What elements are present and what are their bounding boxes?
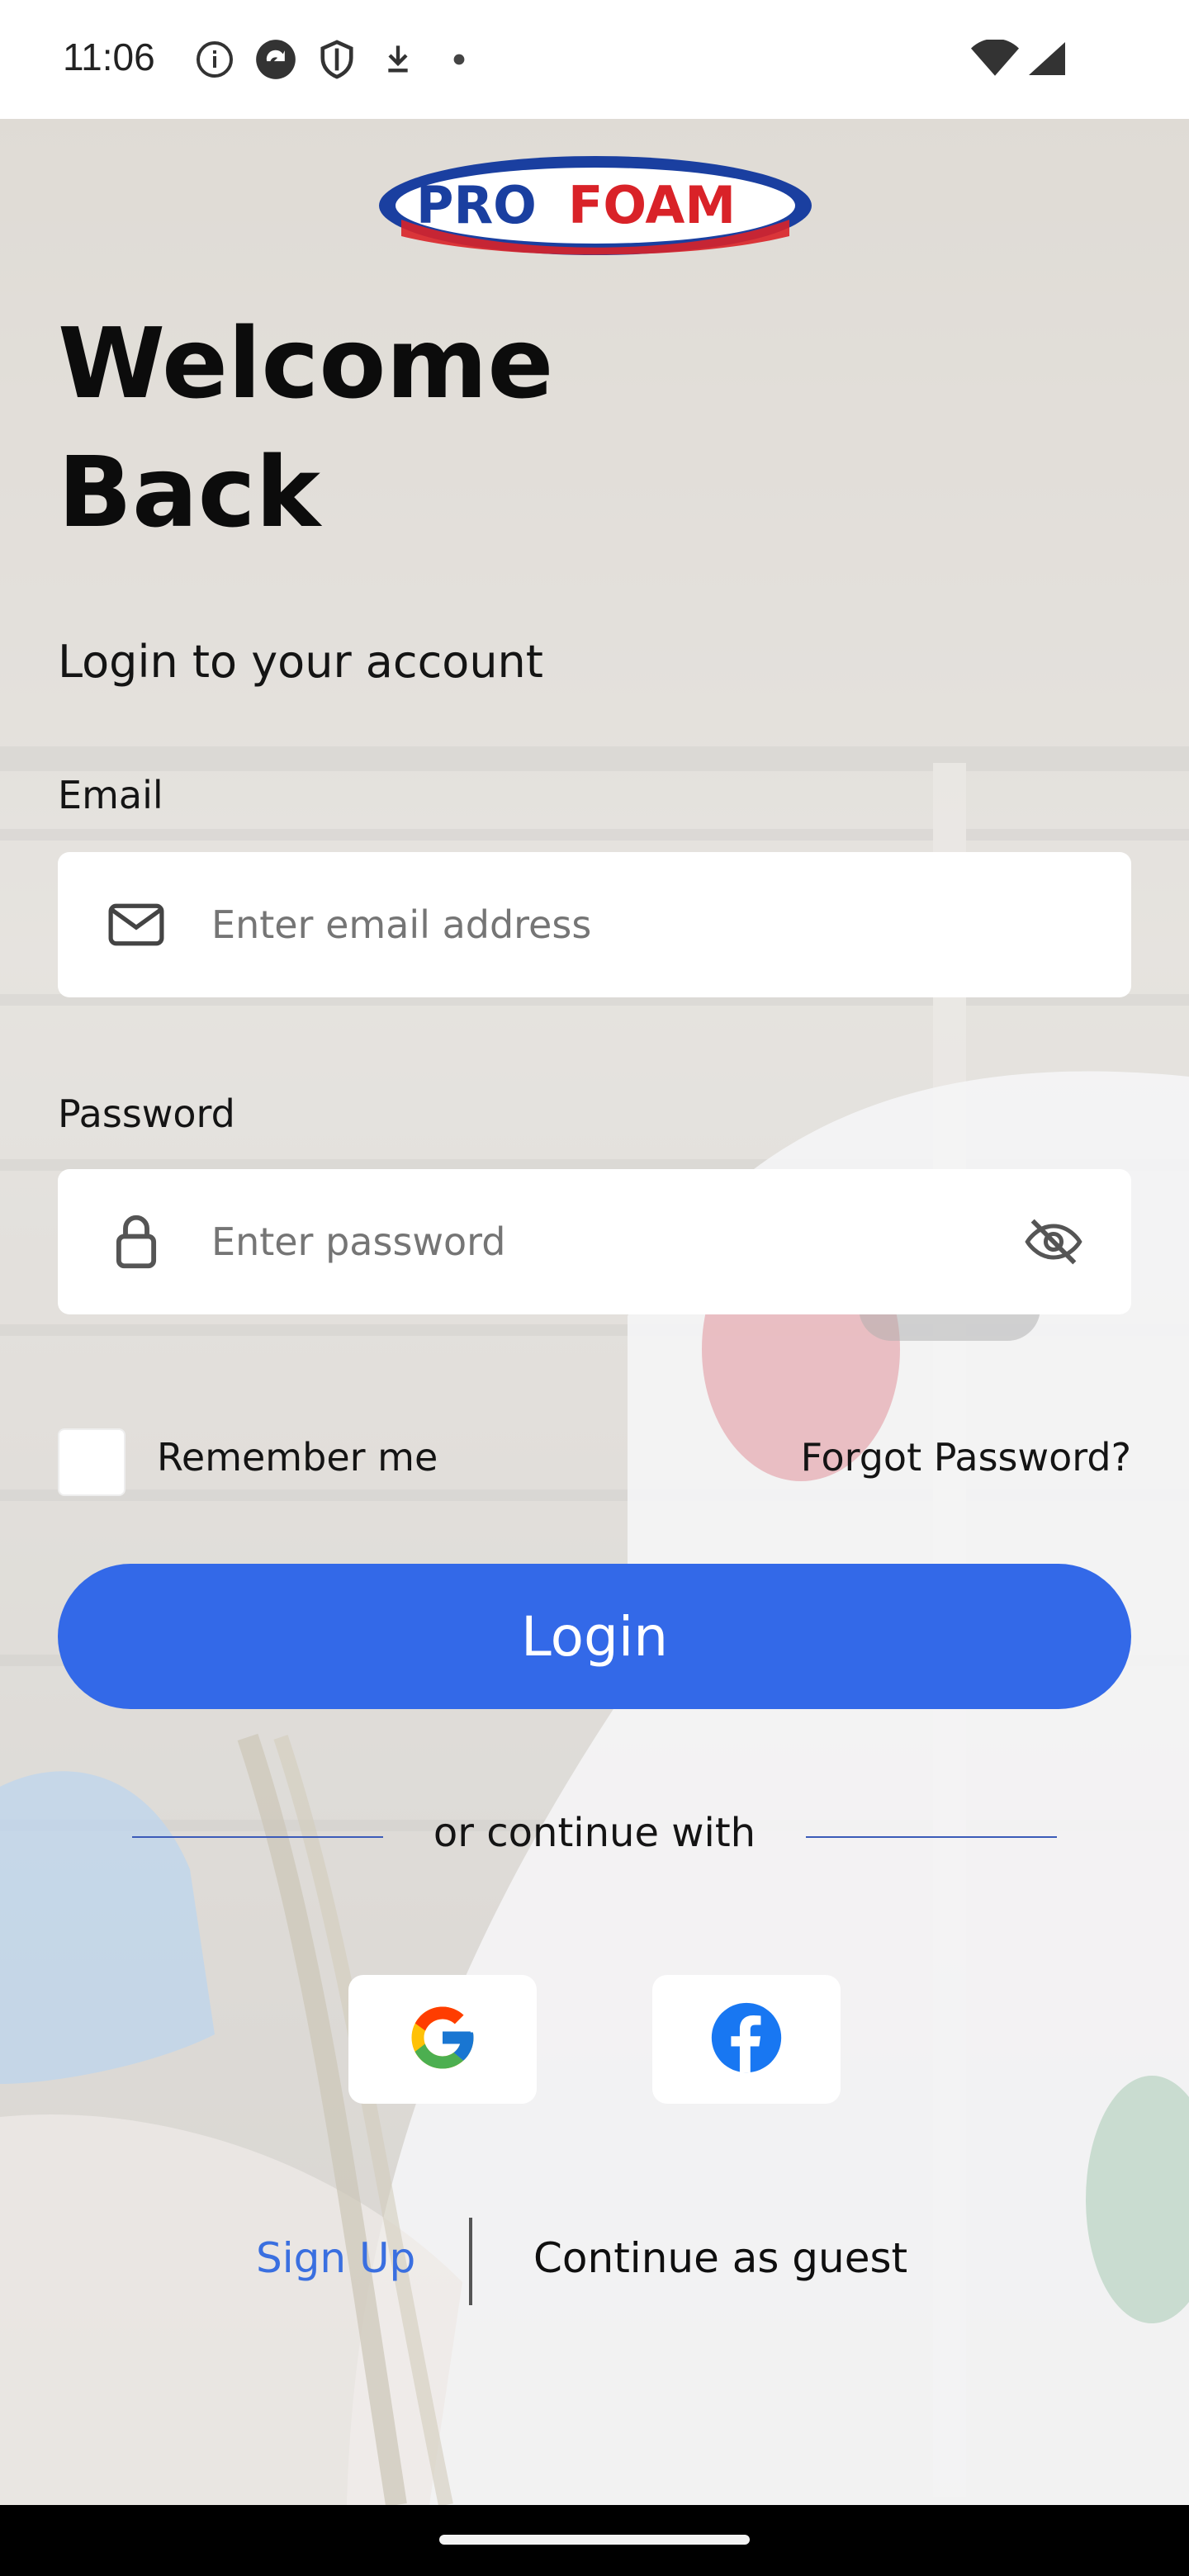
info-icon (192, 36, 238, 83)
status-icons-right (971, 38, 1067, 81)
facebook-login-button[interactable] (652, 1975, 841, 2104)
email-field[interactable] (58, 852, 1131, 997)
signal-icon (1027, 40, 1067, 81)
password-label: Password (58, 1091, 235, 1136)
download-icon (375, 36, 421, 83)
email-input[interactable] (211, 902, 955, 947)
system-nav-bar (0, 2505, 1189, 2576)
remember-me-checkbox[interactable] (58, 1428, 126, 1496)
profoam-logo: PRO FOAM (377, 154, 814, 258)
welcome-line-1: Welcome (58, 306, 554, 420)
remember-me-label[interactable]: Remember me (157, 1435, 438, 1480)
or-continue-with: or continue with (433, 1810, 756, 1856)
home-gesture-handle[interactable] (439, 2535, 750, 2545)
password-field[interactable] (58, 1169, 1131, 1314)
google-login-button[interactable] (348, 1975, 537, 2104)
divider-right (806, 1836, 1057, 1838)
welcome-line-2: Back (58, 435, 320, 549)
shield-icon (314, 36, 360, 83)
dot-icon (436, 36, 482, 83)
sync-icon (253, 36, 299, 83)
wifi-icon (971, 38, 1019, 81)
forgot-password-link[interactable]: Forgot Password? (801, 1435, 1131, 1480)
sign-up-link[interactable]: Sign Up (256, 2234, 415, 2282)
login-subtitle: Login to your account (58, 636, 543, 688)
logo-text-right: FOAM (568, 175, 736, 235)
login-button-label: Login (520, 1604, 669, 1669)
password-input[interactable] (211, 1219, 955, 1264)
continue-as-guest-link[interactable]: Continue as guest (533, 2234, 907, 2282)
lock-icon (104, 1210, 168, 1274)
status-icons-left (192, 36, 482, 83)
status-bar: 11:06 (0, 0, 1189, 119)
page-title: Welcome Back (58, 299, 718, 556)
google-icon (405, 2001, 480, 2078)
login-button[interactable]: Login (58, 1564, 1131, 1709)
email-label: Email (58, 773, 163, 817)
logo-text-left: PRO (416, 175, 537, 235)
footer-separator (469, 2218, 472, 2305)
status-time: 11:06 (63, 36, 155, 78)
eye-off-icon[interactable] (1022, 1210, 1085, 1273)
facebook-icon (708, 2000, 784, 2079)
mail-icon (104, 893, 168, 957)
